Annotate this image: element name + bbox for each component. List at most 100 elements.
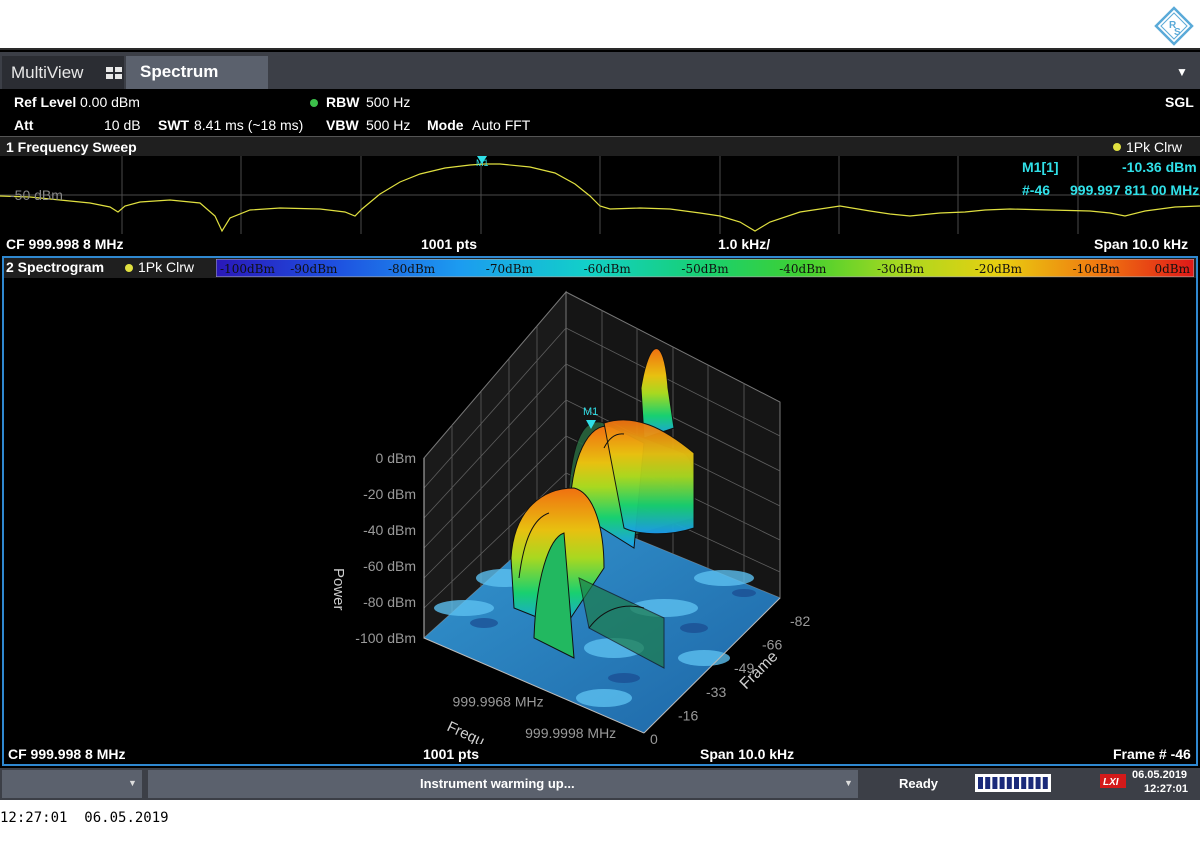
att-label: Att xyxy=(14,117,34,133)
colorbar-tick-label: -40dBm xyxy=(779,262,827,276)
frequency-tick-label: 999.9968 MHz xyxy=(453,694,544,710)
colorbar-tick-label: -80dBm xyxy=(388,262,436,276)
status-date: 06.05.2019 xyxy=(1132,769,1188,781)
fs-center-frequency[interactable]: CF 999.998 8 MHz xyxy=(6,234,124,254)
power-tick-label: -40 dBm xyxy=(363,522,416,538)
tab-dropdown-chevron-icon[interactable]: ▼ xyxy=(1170,60,1194,84)
sg-span[interactable]: Span 10.0 kHz xyxy=(700,744,794,764)
power-tick-label: -100 dBm xyxy=(355,630,416,646)
progress-cell xyxy=(1042,777,1048,789)
message-dropdown-chevron-icon: ▼ xyxy=(844,778,853,788)
progress-cell xyxy=(999,777,1005,789)
frequency-sweep-footer: CF 999.998 8 MHz 1001 pts 1.0 kHz/ Span … xyxy=(0,234,1200,254)
spectrogram-marker-m1-label: M1 xyxy=(583,406,598,418)
colorbar-tick-label: -100dBm xyxy=(220,262,275,276)
ref-line-label: -50 dBm xyxy=(10,187,63,203)
rbw-value[interactable]: 500 Hz xyxy=(366,94,410,110)
application-window: R S MultiView Spectrum ▼ Ref Level 0.00 … xyxy=(0,0,1200,844)
spectrogram-color-bar[interactable]: -100dBm -90dBm -80dBm -70dBm -60dBm -50dBm -40… xyxy=(216,259,1194,277)
progress-cell xyxy=(1028,777,1034,789)
frame-tick-label: 0 xyxy=(650,731,658,744)
colorbar-tick-label: -10dBm xyxy=(1073,262,1121,276)
frequency-axis-label: Frequ xyxy=(444,718,487,744)
left-dropdown-chevron-icon: ▼ xyxy=(128,778,137,788)
tab-multiview-label: MultiView xyxy=(11,63,84,82)
att-value[interactable]: 10 dB xyxy=(104,117,141,133)
marker-table-id[interactable]: M1[1] xyxy=(1022,159,1059,175)
instrument-screen: MultiView Spectrum ▼ Ref Level 0.00 dBm … xyxy=(0,48,1200,800)
progress-cell xyxy=(1035,777,1041,789)
frame-tick-label: -16 xyxy=(678,707,698,723)
spectrogram-footer: CF 999.998 8 MHz 1001 pts Span 10.0 kHz … xyxy=(4,744,1196,764)
mode-label: Mode xyxy=(427,117,464,133)
lxi-logo: LXI xyxy=(1100,774,1126,788)
marker-table-frame: #-46 xyxy=(1022,182,1051,198)
progress-bar-icon xyxy=(975,774,1051,792)
capture-date: 06.05.2019 xyxy=(84,810,169,826)
progress-cell xyxy=(985,777,991,789)
colorbar-tick-label: -60dBm xyxy=(584,262,632,276)
capture-time: 12:27:01 xyxy=(0,810,68,826)
spectrogram-title[interactable]: 2 Spectrogram xyxy=(6,259,104,275)
tab-spectrum[interactable]: Spectrum xyxy=(126,56,268,89)
progress-cell xyxy=(1014,777,1019,789)
rbw-status-dot-icon xyxy=(310,99,318,107)
svg-text:LXI: LXI xyxy=(1103,777,1119,788)
frame-tick-label: -66 xyxy=(762,637,782,653)
marker-table-level: -10.36 dBm xyxy=(1122,159,1197,175)
message-dropdown[interactable]: Instrument warming up... ▼ xyxy=(148,770,858,798)
fs-span[interactable]: Span 10.0 kHz xyxy=(1094,234,1188,254)
vbw-label: VBW xyxy=(326,117,359,133)
spectrogram-trace-label[interactable]: 1Pk Clrw xyxy=(138,259,194,275)
fs-div: 1.0 kHz/ xyxy=(718,236,771,252)
svg-text:S: S xyxy=(1174,27,1181,38)
marker-table-frequency: 999.997 811 00 MHz xyxy=(1070,182,1200,198)
colorbar-tick-label: -20dBm xyxy=(975,262,1023,276)
status-time: 12:27:01 xyxy=(1144,783,1189,795)
measurement-settings: Ref Level 0.00 dBm Att 10 dB SWT 8.41 ms… xyxy=(0,89,1200,135)
status-bar: ▼ Instrument warming up... ▼ Ready LXI 0… xyxy=(0,768,1200,800)
status-message: Instrument warming up... xyxy=(420,776,575,791)
multiview-grid-icon xyxy=(106,67,122,79)
colorbar-tick-label: 0dBm xyxy=(1154,262,1190,276)
ref-level-label: Ref Level xyxy=(14,94,77,110)
progress-cell xyxy=(992,777,998,789)
ready-status: Ready xyxy=(899,776,939,791)
power-tick-label: -80 dBm xyxy=(363,594,416,610)
frequency-tick-label: 999.9998 MHz xyxy=(525,725,616,741)
sg-center-frequency[interactable]: CF 999.998 8 MHz xyxy=(8,744,126,764)
frequency-sweep-title[interactable]: 1 Frequency Sweep xyxy=(6,137,137,157)
spectrogram-title-bar: 2 Spectrogram 1Pk Clrw -100dBm -90dBm -8… xyxy=(4,258,1196,278)
swt-value[interactable]: 8.41 ms (~18 ms) xyxy=(194,117,303,133)
sg-sweep-points[interactable]: 1001 pts xyxy=(423,744,479,764)
progress-cell xyxy=(1021,777,1027,789)
frame-tick-label: -33 xyxy=(706,684,726,700)
tab-spectrum-label: Spectrum xyxy=(140,62,219,81)
rbw-label: RBW xyxy=(326,94,360,110)
power-axis-label: Power xyxy=(330,568,347,611)
status-left-dropdown[interactable]: ▼ xyxy=(2,770,142,798)
fs-sweep-points[interactable]: 1001 pts xyxy=(421,234,477,254)
sg-frame-number[interactable]: Frame # -46 xyxy=(1113,744,1191,764)
trace-indicator-dot-icon xyxy=(1113,143,1121,151)
tab-multiview[interactable]: MultiView xyxy=(2,56,124,89)
sweep-mode-indicator[interactable]: SGL xyxy=(1165,94,1194,110)
spectrogram-pane[interactable]: 2 Spectrogram 1Pk Clrw -100dBm -90dBm -8… xyxy=(2,256,1198,766)
frequency-sweep-trace-label[interactable]: 1Pk Clrw xyxy=(1126,137,1182,157)
frame-tick-label: -82 xyxy=(790,613,810,629)
colorbar-tick-label: -70dBm xyxy=(486,262,534,276)
colorbar-tick-label: -90dBm xyxy=(290,262,338,276)
colorbar-tick-label: -50dBm xyxy=(681,262,729,276)
vbw-value[interactable]: 500 Hz xyxy=(366,117,410,133)
capture-timestamp: 12:27:01 06.05.2019 xyxy=(0,810,169,826)
frequency-sweep-plot[interactable]: M1 -50 dBm M1[1] -10.36 dBm #-46 999.997… xyxy=(0,156,1200,234)
ref-level-value[interactable]: 0.00 dBm xyxy=(80,94,140,110)
colorbar-tick-label: -30dBm xyxy=(877,262,925,276)
mode-value[interactable]: Auto FFT xyxy=(472,117,530,133)
spectrogram-3d-plot[interactable]: M1 0 dBm -20 dBm -40 dBm -60 dBm -80 dBm -100… xyxy=(4,278,1196,744)
power-tick-label: 0 dBm xyxy=(376,450,416,466)
marker-m1-label: M1 xyxy=(476,158,489,168)
progress-cell xyxy=(978,777,983,789)
frequency-sweep-graph: M1 xyxy=(0,156,1200,234)
spectrogram-trace-dot-icon xyxy=(125,264,133,272)
